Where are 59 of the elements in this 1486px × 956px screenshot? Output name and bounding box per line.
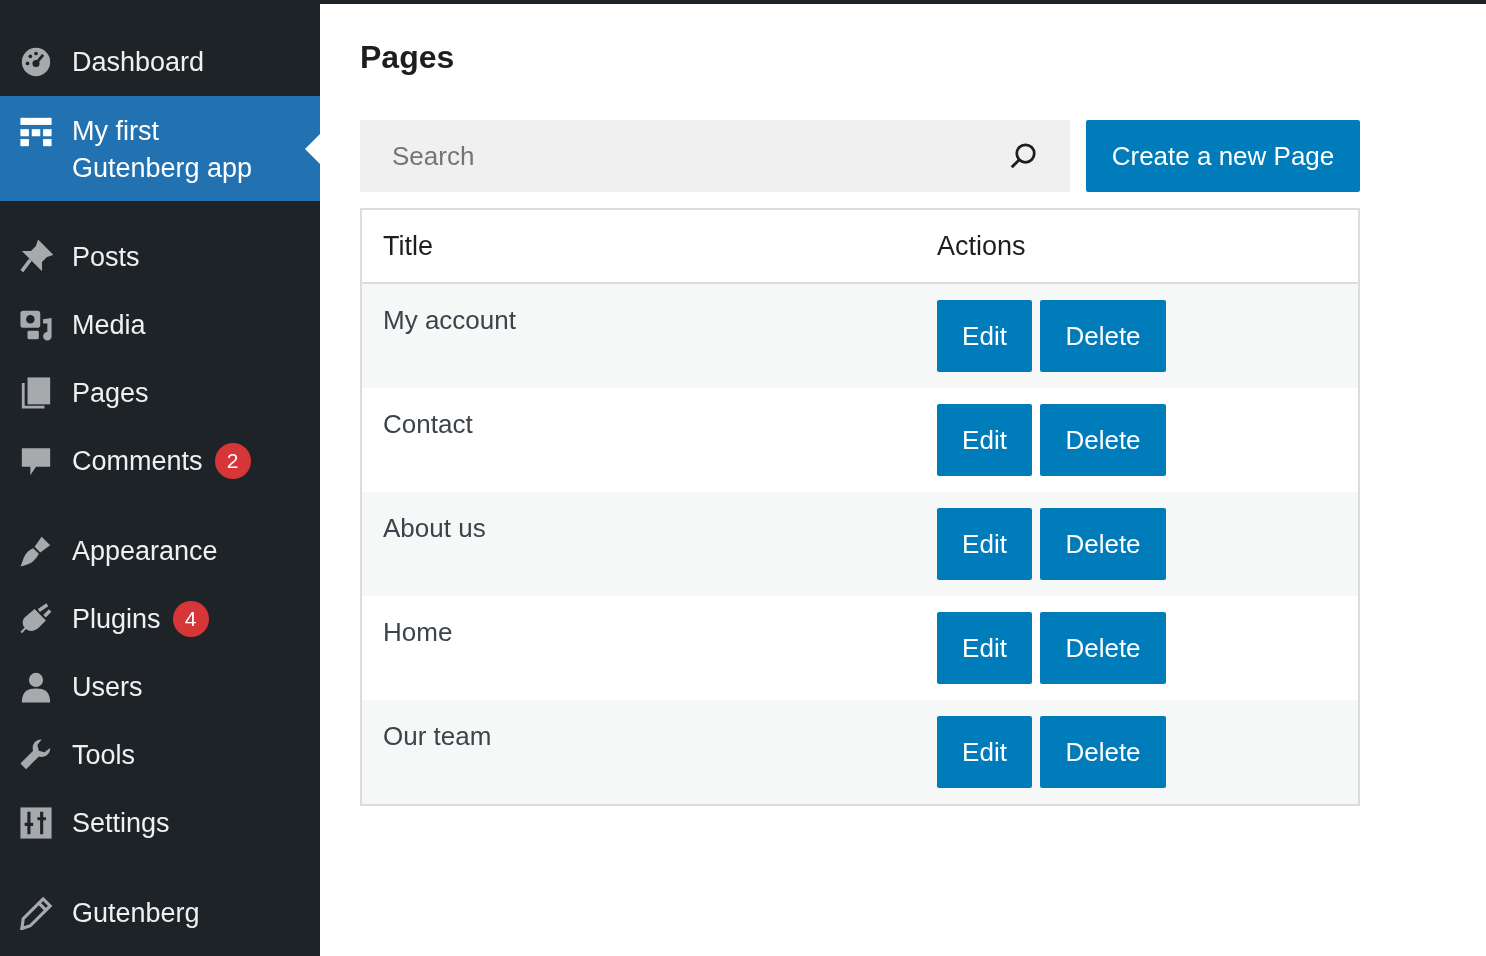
plug-icon: [19, 602, 53, 636]
table-cell-text: My account: [382, 304, 517, 337]
menu-label: Tools: [72, 738, 136, 772]
menu-label: Pages: [72, 376, 149, 410]
menu-label: Comments: [72, 444, 203, 478]
table-cell-text: Contact: [382, 408, 474, 441]
page-title: Pages: [360, 38, 456, 77]
menu-label: Users: [72, 670, 143, 704]
sidebar-item[interactable]: Users: [0, 653, 320, 721]
sidebar-item[interactable]: Media: [0, 291, 320, 359]
pages-icon: [19, 376, 53, 410]
menu-label: My first Gutenberg app: [72, 115, 254, 185]
media-icon: [19, 308, 53, 342]
table-cell-text: Home: [382, 616, 454, 649]
table-cell-text: Our team: [382, 720, 493, 753]
delete-button[interactable]: Delete: [1040, 300, 1166, 372]
edit-button[interactable]: Edit: [937, 612, 1032, 684]
pencil-icon: [19, 896, 53, 930]
delete-button[interactable]: Delete: [1040, 612, 1166, 684]
sidebar-item[interactable]: Tools: [0, 721, 320, 789]
paintbrush-icon: [19, 534, 53, 568]
menu-label: Media: [72, 308, 146, 342]
create-page-button[interactable]: Create a new Page: [1086, 120, 1360, 192]
search-field[interactable]: Search: [360, 120, 1070, 192]
menu-label: Gutenberg: [72, 896, 200, 930]
delete-button[interactable]: Delete: [1040, 404, 1166, 476]
sidebar-item[interactable]: Posts: [0, 223, 320, 291]
sidebar-item[interactable]: Pages: [0, 359, 320, 427]
wrench-icon: [19, 738, 53, 772]
sidebar-item[interactable]: My first Gutenberg app: [0, 96, 320, 201]
gauge-icon: [19, 45, 53, 79]
table-cell-text: About us: [382, 512, 487, 545]
search-icon: [1008, 141, 1038, 171]
sidebar-item[interactable]: Dashboard: [0, 28, 320, 96]
menu-label: Dashboard: [72, 45, 205, 79]
sidebar-item[interactable]: Settings: [0, 789, 320, 857]
menu-label: Settings: [72, 806, 170, 840]
column-header: Title: [382, 230, 434, 262]
edit-button[interactable]: Edit: [937, 300, 1032, 372]
sidebar-item[interactable]: Appearance: [0, 517, 320, 585]
menu-label: Posts: [72, 240, 140, 274]
menu-label: Plugins: [72, 602, 161, 636]
menu-label: Appearance: [72, 534, 218, 568]
pushpin-icon: [19, 240, 53, 274]
delete-button[interactable]: Delete: [1040, 508, 1166, 580]
user-icon: [19, 670, 53, 704]
count-badge: 4: [172, 601, 209, 637]
sidebar-item[interactable]: Gutenberg: [0, 879, 320, 947]
grid-icon: [19, 115, 53, 149]
sidebar-item[interactable]: Comments 2: [0, 427, 320, 495]
pointer-notch: [305, 134, 320, 164]
sliders-icon: [19, 806, 53, 840]
edit-button[interactable]: Edit: [937, 404, 1032, 476]
sidebar-item[interactable]: Plugins 4: [0, 585, 320, 653]
edit-button[interactable]: Edit: [937, 716, 1032, 788]
count-badge: 2: [214, 443, 251, 479]
column-header: Actions: [937, 230, 1027, 262]
delete-button[interactable]: Delete: [1040, 716, 1166, 788]
edit-button[interactable]: Edit: [937, 508, 1032, 580]
